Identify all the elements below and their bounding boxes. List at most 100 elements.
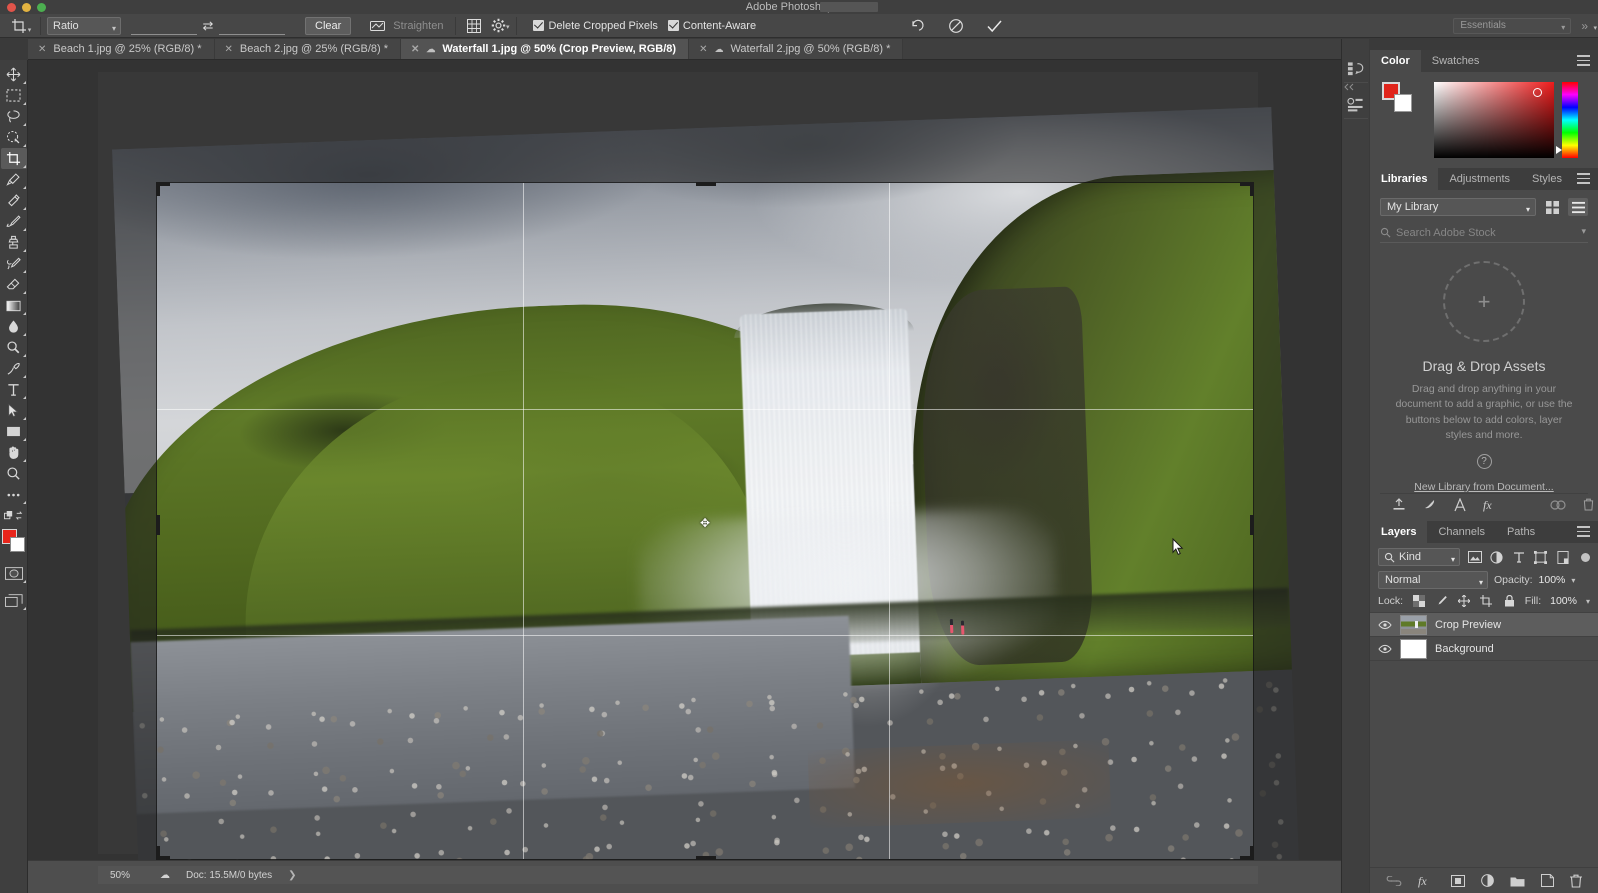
- gradient-tool[interactable]: [1, 295, 27, 316]
- link-layers-icon[interactable]: [1386, 876, 1402, 886]
- commit-check-icon[interactable]: [982, 16, 1006, 36]
- content-aware-checkbox[interactable]: Content-Aware: [668, 20, 756, 32]
- clone-stamp-tool[interactable]: [1, 232, 27, 253]
- panel-menu-icon[interactable]: [1577, 526, 1590, 537]
- lasso-tool[interactable]: [1, 106, 27, 127]
- blend-mode-select[interactable]: Normal ▾: [1378, 571, 1488, 589]
- pen-tool[interactable]: [1, 358, 27, 379]
- creative-cloud-icon[interactable]: [1550, 499, 1566, 511]
- straighten-icon[interactable]: [365, 16, 389, 36]
- lock-transparency-icon[interactable]: [1412, 595, 1426, 607]
- delete-cropped-pixels-checkbox[interactable]: Delete Cropped Pixels: [533, 20, 657, 32]
- layer-style-fx-icon[interactable]: fx: [1418, 874, 1435, 888]
- library-select[interactable]: My Library ▾: [1380, 198, 1536, 216]
- panel-menu-icon[interactable]: [1577, 173, 1590, 184]
- crop-overlay-grid-icon[interactable]: ▾: [462, 16, 486, 36]
- tab-paths[interactable]: Paths: [1496, 521, 1546, 543]
- trash-icon[interactable]: [1583, 498, 1594, 511]
- workspace-select[interactable]: Essentials ▾: [1453, 18, 1571, 34]
- crop-handle-right[interactable]: [1250, 515, 1254, 535]
- crop-handle-top[interactable]: [696, 182, 716, 186]
- background-color-swatch[interactable]: [10, 537, 25, 552]
- chevron-down-icon[interactable]: ▾: [1586, 597, 1590, 606]
- crop-handle-top-right[interactable]: [1250, 182, 1254, 196]
- adjustment-layer-icon[interactable]: [1481, 874, 1494, 887]
- close-icon[interactable]: ✕: [38, 44, 46, 55]
- zoom-level[interactable]: 50%: [110, 870, 144, 881]
- edit-toolbar-tool[interactable]: [1, 484, 27, 505]
- help-icon[interactable]: ?: [1477, 454, 1492, 469]
- filter-type-icon[interactable]: [1511, 551, 1526, 563]
- opacity-value[interactable]: 100%: [1539, 574, 1566, 586]
- fill-value[interactable]: 100%: [1550, 595, 1577, 607]
- tab-libraries[interactable]: Libraries: [1370, 168, 1438, 190]
- panel-menu-icon[interactable]: [1577, 55, 1590, 66]
- chevron-down-icon[interactable]: ▾: [1571, 576, 1575, 585]
- brush-tool[interactable]: [1, 211, 27, 232]
- layer-thumbnail[interactable]: [1400, 615, 1427, 635]
- properties-panel-icon[interactable]: [1344, 91, 1368, 119]
- clear-button[interactable]: Clear: [305, 17, 351, 35]
- color-field[interactable]: [1434, 82, 1554, 158]
- tab-color[interactable]: Color: [1370, 50, 1421, 72]
- zoom-tool[interactable]: [1, 463, 27, 484]
- layer-filter-kind-select[interactable]: Kind ▾: [1378, 548, 1460, 566]
- lock-position-icon[interactable]: [1457, 595, 1471, 607]
- path-selection-tool[interactable]: [1, 400, 27, 421]
- quick-selection-tool[interactable]: [1, 127, 27, 148]
- blur-tool[interactable]: [1, 316, 27, 337]
- tab-swatches[interactable]: Swatches: [1421, 50, 1491, 72]
- new-group-icon[interactable]: [1510, 875, 1525, 887]
- crop-tool-icon[interactable]: ▾: [8, 15, 34, 37]
- crop-handle-left[interactable]: [156, 515, 160, 535]
- crop-handle-top-left[interactable]: [156, 182, 160, 196]
- background-color-swatch[interactable]: [1394, 94, 1412, 112]
- cancel-icon[interactable]: [944, 16, 968, 36]
- filter-toggle-icon[interactable]: [1581, 553, 1590, 562]
- stock-search-row[interactable]: Search Adobe Stock ▾: [1380, 223, 1588, 243]
- layer-row-crop-preview[interactable]: Crop Preview: [1370, 613, 1598, 637]
- add-text-style-icon[interactable]: [1454, 498, 1466, 512]
- lock-all-icon[interactable]: [1502, 595, 1516, 607]
- add-layer-style-icon[interactable]: [1423, 498, 1437, 512]
- tab-channels[interactable]: Channels: [1427, 521, 1495, 543]
- dodge-tool[interactable]: [1, 337, 27, 358]
- straighten-label[interactable]: Straighten: [393, 20, 443, 32]
- rectangle-tool[interactable]: [1, 421, 27, 442]
- reset-icon[interactable]: [906, 16, 930, 36]
- rectangular-marquee-tool[interactable]: [1, 85, 27, 106]
- chevron-right-icon[interactable]: ❯: [288, 870, 296, 881]
- add-asset-circle-icon[interactable]: +: [1443, 261, 1525, 342]
- crop-tool[interactable]: [1, 148, 27, 169]
- close-icon[interactable]: ✕: [225, 44, 233, 55]
- filter-pixel-icon[interactable]: [1467, 551, 1482, 563]
- default-colors-swap-icon[interactable]: [1, 505, 27, 526]
- move-tool[interactable]: [1, 64, 27, 85]
- eraser-tool[interactable]: [1, 274, 27, 295]
- eye-icon[interactable]: [1378, 644, 1392, 654]
- history-panel-icon[interactable]: [1344, 55, 1368, 83]
- panel-expand-icon[interactable]: [1344, 83, 1354, 91]
- grid-view-icon[interactable]: [1542, 198, 1562, 216]
- new-library-from-document-link[interactable]: New Library from Document...: [1414, 481, 1553, 493]
- options-bar-overflow-icon[interactable]: »: [1581, 19, 1594, 33]
- gear-icon[interactable]: ▾: [486, 16, 510, 36]
- crop-handle-bottom-right[interactable]: [1250, 846, 1254, 860]
- delete-layer-icon[interactable]: [1570, 874, 1582, 888]
- hue-slider[interactable]: [1562, 82, 1578, 158]
- layer-thumbnail[interactable]: [1400, 639, 1427, 659]
- new-layer-icon[interactable]: [1541, 874, 1554, 887]
- add-fx-icon[interactable]: fx: [1483, 498, 1499, 512]
- crop-width-input[interactable]: [131, 17, 197, 35]
- document-tab-beach-1[interactable]: ✕ Beach 1.jpg @ 25% (RGB/8) *: [28, 39, 215, 59]
- tab-adjustments[interactable]: Adjustments: [1438, 168, 1521, 190]
- layer-row-background[interactable]: Background: [1370, 637, 1598, 661]
- library-drop-zone[interactable]: + Drag & Drop Assets Drag and drop anyth…: [1380, 243, 1588, 493]
- swap-dimensions-button[interactable]: ⇄: [197, 18, 219, 34]
- color-fg-bg-swatches[interactable]: [1382, 82, 1412, 112]
- filter-smart-object-icon[interactable]: [1555, 551, 1570, 564]
- document-tab-waterfall-1[interactable]: ✕ ☁ Waterfall 1.jpg @ 50% (Crop Preview,…: [401, 39, 689, 59]
- crop-handle-bottom-left[interactable]: [156, 846, 160, 860]
- document-tab-waterfall-2[interactable]: ✕ ☁ Waterfall 2.jpg @ 50% (RGB/8) *: [689, 39, 903, 59]
- filter-adjustment-icon[interactable]: [1489, 551, 1504, 564]
